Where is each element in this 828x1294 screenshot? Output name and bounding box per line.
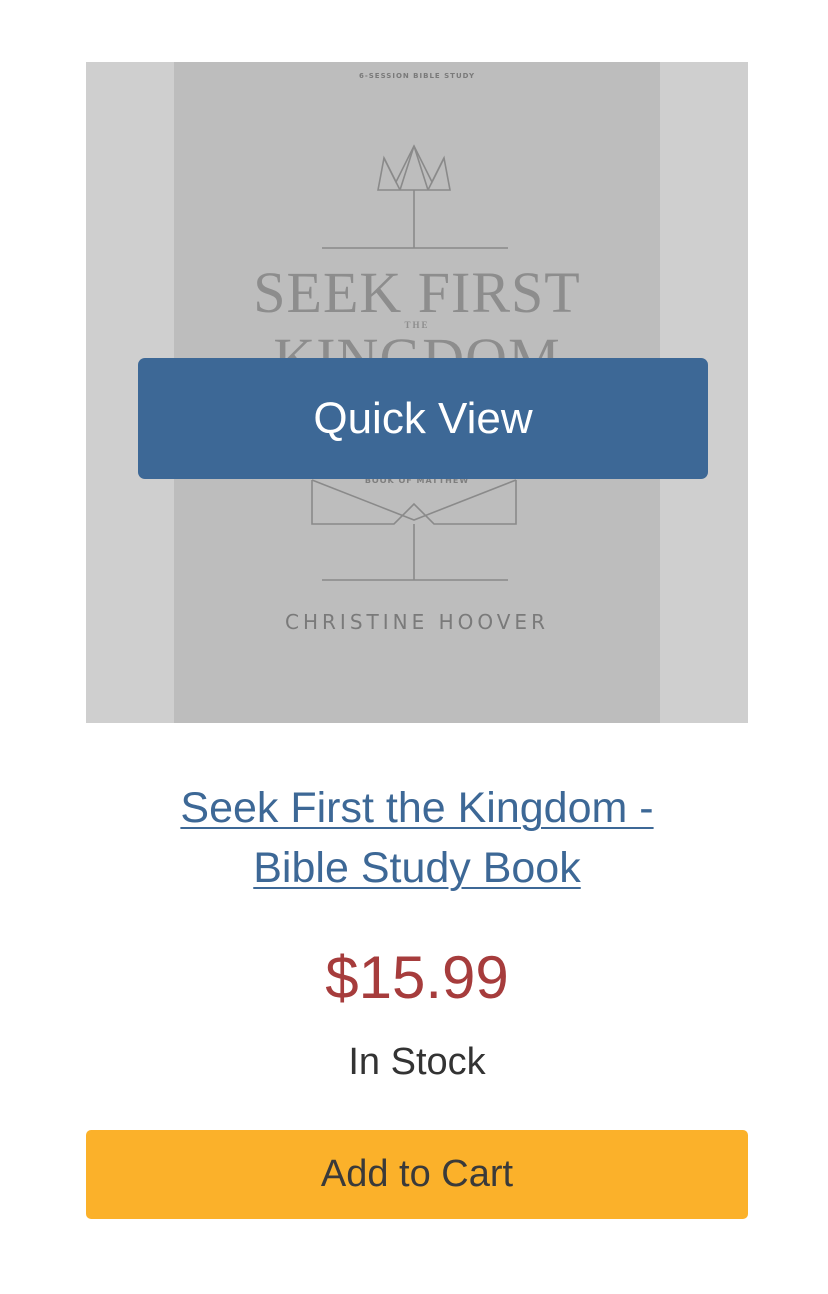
cover-author: CHRISTINE HOOVER: [285, 610, 549, 634]
product-card: 6-SESSION BIBLE STUDY SEEK FIRST THE KIN…: [0, 0, 828, 1294]
add-to-cart-button[interactable]: Add to Cart: [86, 1130, 748, 1219]
stock-status: In Stock: [348, 1041, 486, 1083]
cover-title-line1: SEEK FIRST: [253, 260, 581, 325]
product-title-line1: Seek First the Kingdom -: [180, 784, 654, 832]
crown-icon: [322, 144, 508, 249]
product-price: $15.99: [325, 944, 509, 1011]
product-title-line2: Bible Study Book: [253, 844, 581, 892]
product-title-link[interactable]: Seek First the Kingdom - Bible Study Boo…: [86, 778, 748, 898]
quick-view-button[interactable]: Quick View: [138, 358, 708, 479]
open-book-icon: [311, 479, 517, 581]
